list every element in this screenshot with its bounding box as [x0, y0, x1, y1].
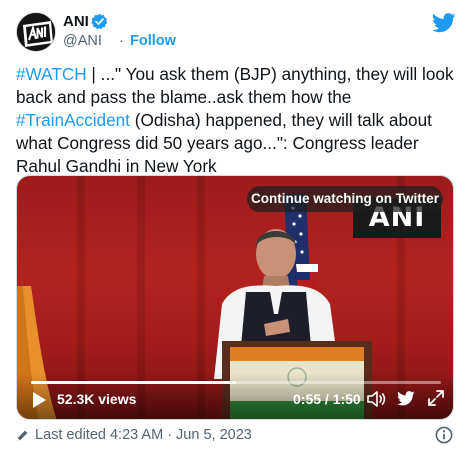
twitter-bird-icon[interactable]	[432, 13, 456, 33]
video-player[interactable]: ANI Continue watching on Twitter 52.3K v…	[16, 175, 454, 420]
progress-bar[interactable]	[31, 381, 441, 384]
continue-watching-button[interactable]: Continue watching on Twitter	[247, 186, 443, 212]
volume-icon[interactable]	[366, 389, 386, 409]
avatar[interactable]	[16, 12, 56, 52]
pencil-icon	[17, 430, 28, 441]
hashtag-train-accident[interactable]: #TrainAccident	[16, 110, 130, 130]
last-edited-timestamp[interactable]: Last edited 4:23 AM · Jun 5, 2023	[35, 427, 252, 443]
info-icon[interactable]	[435, 426, 453, 444]
video-controls: 52.3K views 0:55 / 1:50	[17, 373, 453, 419]
twitter-bird-icon[interactable]	[397, 391, 415, 406]
hashtag-watch[interactable]: #WATCH	[16, 64, 87, 84]
ani-logo	[17, 13, 55, 51]
play-icon[interactable]	[31, 391, 47, 409]
follow-button[interactable]: Follow	[130, 33, 176, 49]
time-readout: 0:55 / 1:50	[293, 391, 361, 407]
view-count: 52.3K views	[57, 391, 137, 407]
tweet-text: #WATCH | ..." You ask them (BJP) anythin…	[16, 63, 462, 178]
progress-fill	[31, 381, 236, 384]
author-name[interactable]: ANI	[63, 13, 89, 30]
tweet-card: ANI @ANI · Follow #WATCH | ..." You ask …	[0, 0, 474, 453]
expand-icon[interactable]	[427, 389, 445, 407]
separator-dot: ·	[119, 33, 124, 49]
author-handle[interactable]: @ANI	[63, 33, 102, 49]
verified-badge-icon	[91, 13, 108, 30]
